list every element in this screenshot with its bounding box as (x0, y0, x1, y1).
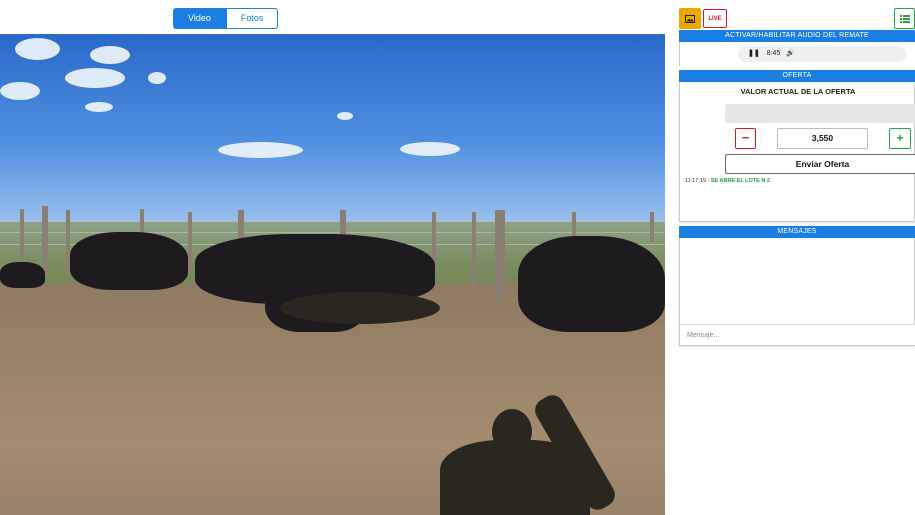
cloud (85, 102, 113, 112)
audio-header[interactable]: ACTIVAR/HABILITAR AUDIO DEL REMATE (679, 30, 915, 42)
pause-icon[interactable]: ❚❚ (748, 50, 760, 57)
fence-post (42, 206, 48, 276)
decrease-offer-button[interactable]: − (735, 128, 756, 149)
auction-sidebar: LIVE ACTIVAR/HABILITAR AUDIO DEL REMATE … (679, 0, 915, 515)
audio-time: 8:45 (766, 50, 781, 57)
increase-offer-button[interactable]: + (889, 128, 911, 149)
log-message: SE ABRE EL LOTE N 2 (710, 178, 770, 184)
cattle (70, 232, 188, 290)
cloud (65, 68, 125, 88)
audio-panel: ❚❚ 8:45 🔊 (679, 42, 915, 66)
fence-post (188, 212, 192, 272)
fence-post (650, 212, 654, 242)
fence-post (495, 210, 505, 300)
image-icon (685, 14, 695, 23)
mensajes-panel (679, 238, 915, 346)
live-label: LIVE (708, 15, 722, 22)
cattle (518, 236, 665, 332)
current-offer-value (725, 104, 915, 123)
image-button[interactable] (679, 8, 701, 29)
cloud (400, 142, 460, 156)
cloud (148, 72, 166, 84)
fence-post (238, 210, 244, 240)
video-sky (0, 34, 665, 229)
message-input[interactable] (680, 324, 915, 345)
fence-post (472, 212, 476, 292)
audio-player[interactable]: ❚❚ 8:45 🔊 (738, 46, 906, 62)
video-player[interactable] (0, 34, 665, 515)
offer-amount-field[interactable]: 3,550 (777, 128, 868, 149)
cloud (15, 38, 60, 60)
menu-button[interactable] (894, 8, 915, 29)
offer-log: 11:17:19 - SE ABRE EL LOTE N 2 (685, 178, 770, 184)
mensajes-header: MENSAJES (679, 226, 915, 238)
cloud (218, 142, 303, 158)
tab-video[interactable]: Video (173, 8, 226, 29)
fence-wire (0, 220, 665, 221)
tab-fotos[interactable]: Fotos (225, 8, 279, 29)
live-button[interactable]: LIVE (703, 9, 727, 28)
oferta-header: OFERTA (679, 70, 915, 82)
current-offer-label: VALOR ACTUAL DE LA OFERTA (740, 87, 856, 96)
fence-post (20, 209, 24, 269)
volume-icon[interactable]: 🔊 (786, 50, 795, 57)
cattle-shadow (280, 292, 440, 324)
cloud (0, 82, 40, 100)
send-offer-button[interactable]: Enviar Oferta (725, 154, 915, 174)
oferta-panel: VALOR ACTUAL DE LA OFERTA − 3,550 + Envi… (679, 82, 915, 222)
cattle (0, 262, 45, 288)
media-tabs: Video Fotos (173, 8, 279, 29)
person-shadow (492, 409, 532, 454)
auction-page: Video Fotos LIVE ACTIVAR/HABILITAR AUDIO… (0, 0, 915, 515)
log-time: 11:17:19 - (685, 178, 711, 184)
sidebar-toolbar: LIVE (679, 8, 915, 30)
list-menu-icon (899, 14, 910, 23)
cloud (90, 46, 130, 64)
cloud (337, 112, 353, 120)
